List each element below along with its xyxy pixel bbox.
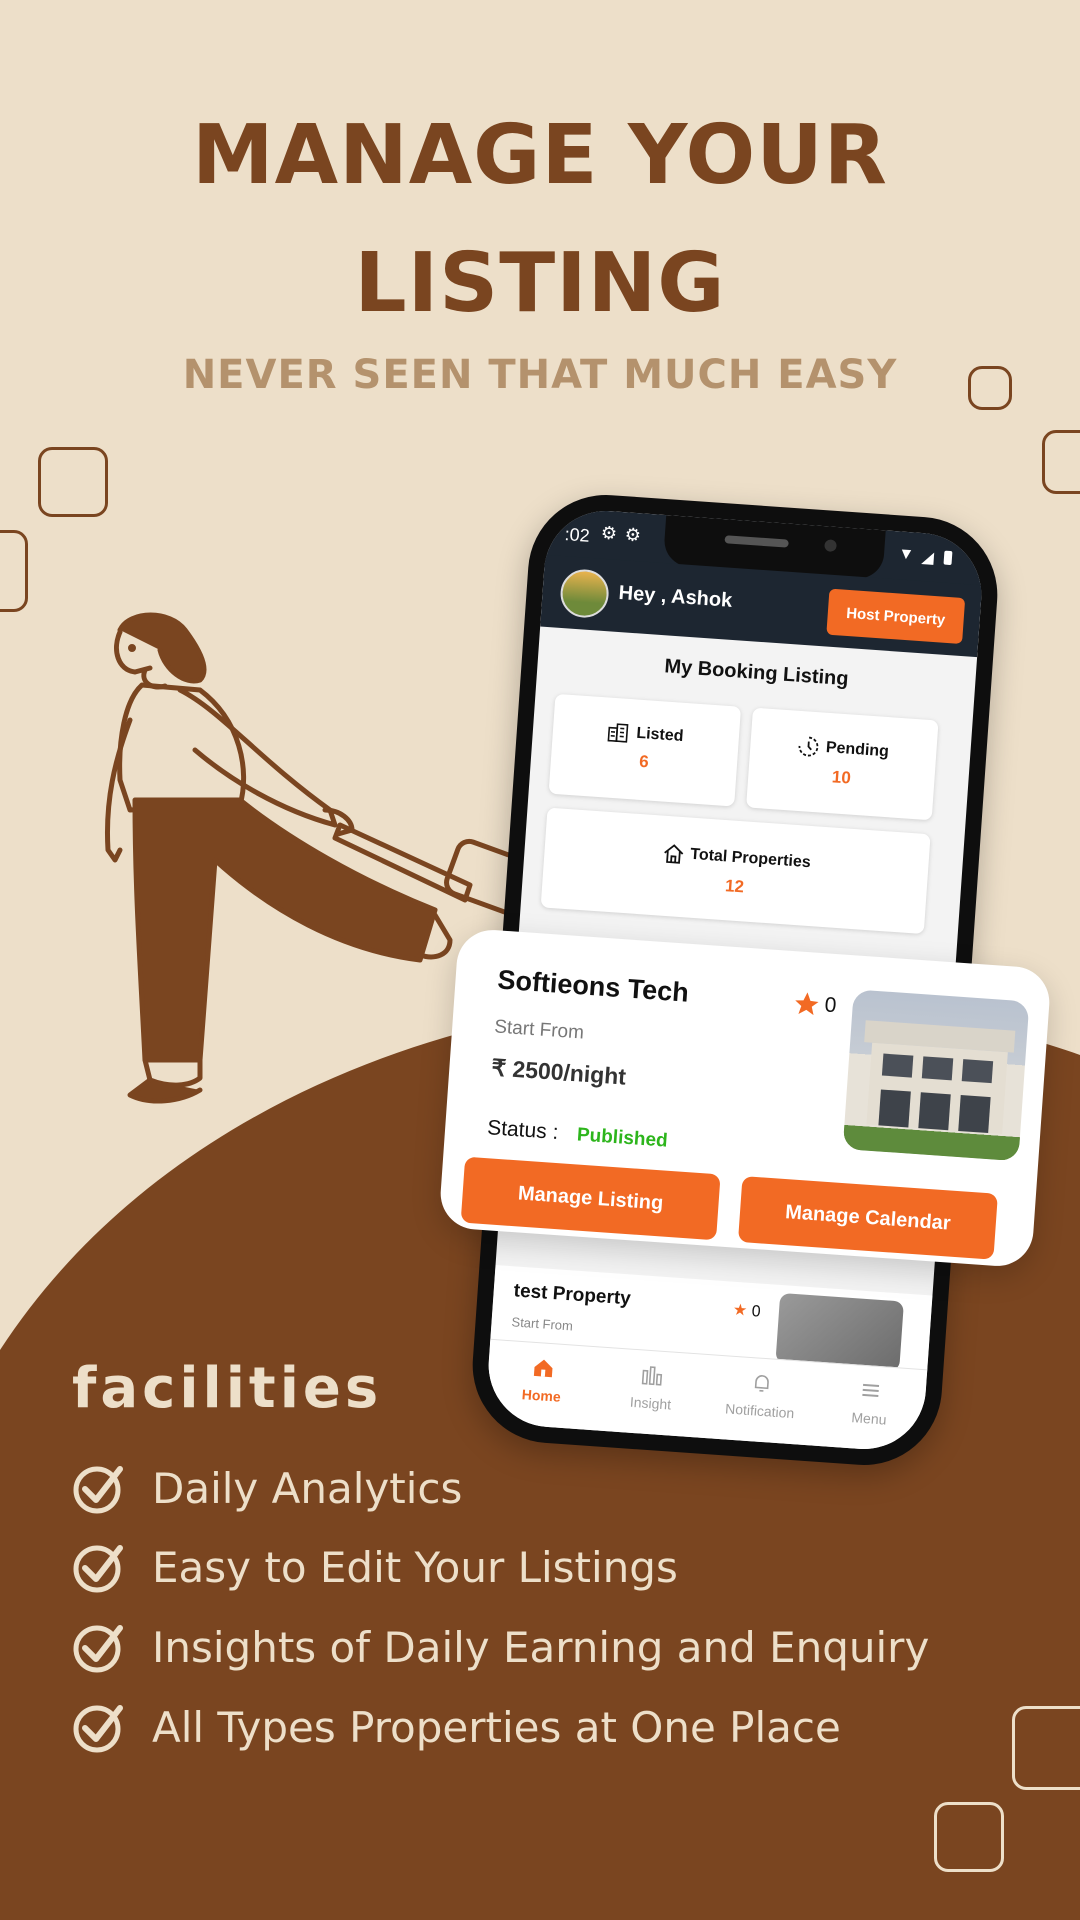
nav-home[interactable]: Home: [485, 1340, 600, 1433]
facility-text: Insights of Daily Earning and Enquiry: [152, 1622, 930, 1672]
facility-item: All Types Properties at One Place: [72, 1697, 841, 1757]
pending-count: 10: [831, 767, 852, 788]
buildings-icon: [607, 723, 629, 743]
nav-insight[interactable]: Insight: [594, 1347, 709, 1440]
decor-square: [38, 447, 108, 517]
facility-item: Easy to Edit Your Listings: [72, 1537, 678, 1597]
nav-menu[interactable]: Menu: [812, 1363, 927, 1453]
check-circle-icon: [73, 1705, 123, 1753]
host-property-button[interactable]: Host Property: [826, 588, 966, 645]
check-circle-icon: [73, 1466, 123, 1514]
listing-rating: 0: [823, 993, 838, 1018]
listed-stat-card[interactable]: Listed 6: [548, 693, 742, 807]
nav-notification-label: Notification: [724, 1400, 795, 1422]
hero-title-line1: MANAGE YOUR: [192, 108, 888, 203]
nav-notification[interactable]: Notification: [703, 1355, 818, 1448]
settings-icon: ⚙: [624, 524, 642, 546]
home-outline-icon: [663, 844, 683, 864]
facility-text: Easy to Edit Your Listings: [152, 1542, 678, 1592]
listing-title: test Property: [513, 1280, 632, 1310]
star-icon: [795, 992, 819, 1016]
phone-camera: [824, 539, 837, 553]
hero-subtitle: NEVER SEEN THAT MUCH EASY: [182, 352, 898, 398]
phone-speaker: [724, 535, 789, 548]
facility-text: All Types Properties at One Place: [152, 1702, 841, 1752]
check-circle-icon: [73, 1625, 123, 1673]
check-circle-icon: [73, 1545, 123, 1593]
pending-stat-card[interactable]: Pending 10: [746, 707, 939, 821]
hero-title: MANAGE YOUR LISTING: [0, 92, 1080, 348]
avatar[interactable]: [558, 567, 611, 620]
wifi-icon: ▼: [897, 545, 915, 564]
listing-title: Softieons Tech: [496, 964, 690, 1008]
facilities-title: facilities: [72, 1356, 383, 1421]
decor-square: [1012, 1706, 1080, 1790]
featured-listing-card[interactable]: Softieons Tech 0 Start From ₹ 2500/night…: [438, 927, 1052, 1269]
status-time: :02: [563, 524, 591, 546]
battery-icon: [943, 550, 953, 566]
facility-item: Insights of Daily Earning and Enquiry: [72, 1617, 929, 1677]
hero-title-line2: LISTING: [354, 236, 726, 331]
total-properties-stat-card[interactable]: Total Properties 12: [540, 807, 931, 935]
listed-count: 6: [638, 751, 650, 772]
total-properties-label: Total Properties: [689, 845, 812, 872]
facility-text: Daily Analytics: [152, 1463, 463, 1513]
property-photo: [842, 989, 1030, 1162]
home-icon: [488, 1352, 599, 1388]
nav-menu-label: Menu: [850, 1409, 888, 1428]
status-label: Status :: [486, 1116, 560, 1145]
facility-item: Daily Analytics: [72, 1458, 462, 1518]
listing-rating: ★ 0: [732, 1301, 762, 1321]
greeting-text: Hey , Ashok: [617, 581, 733, 612]
bell-icon: [706, 1367, 817, 1403]
listing-price: ₹ 2500/night: [490, 1054, 627, 1090]
manage-listing-button[interactable]: Manage Listing: [460, 1156, 721, 1241]
decor-square: [1042, 430, 1080, 494]
clock-pending-icon: [799, 736, 819, 757]
decor-square: [934, 1802, 1004, 1872]
listing-start-from: Start From: [511, 1314, 574, 1334]
pending-label: Pending: [825, 739, 890, 761]
listing-start-from: Start From: [493, 1016, 585, 1044]
signal-icon: ◢: [921, 549, 935, 567]
settings-icon: ⚙: [600, 522, 618, 544]
decor-square: [0, 530, 28, 612]
listed-label: Listed: [635, 724, 685, 746]
manage-calendar-button[interactable]: Manage Calendar: [737, 1176, 998, 1260]
menu-icon: [815, 1375, 926, 1411]
nav-insight-label: Insight: [629, 1393, 672, 1413]
my-booking-listing-title: My Booking Listing: [663, 655, 850, 691]
bar-chart-icon: [597, 1359, 708, 1395]
nav-home-label: Home: [521, 1386, 562, 1405]
status-badge: Published: [576, 1124, 669, 1152]
star-icon: ★: [732, 1301, 748, 1320]
